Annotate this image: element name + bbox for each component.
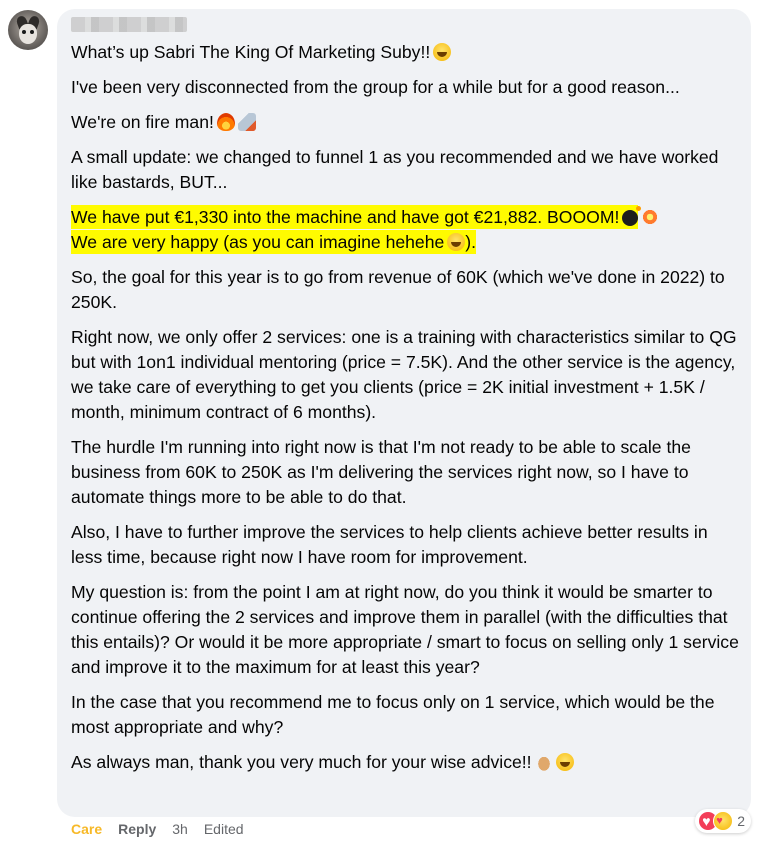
avatar-dog-face-icon (19, 24, 37, 44)
reply-button[interactable]: Reply (118, 821, 156, 837)
reactions-summary[interactable]: 2 (695, 809, 751, 833)
paragraph-text: We have put €1,330 into the machine and … (71, 207, 620, 227)
fire-emoji-icon (216, 113, 235, 131)
comment-actions: Care Reply 3h Edited (71, 821, 260, 837)
comment-paragraph: We're on fire man! (71, 110, 743, 135)
care-reaction-button[interactable]: Care (71, 821, 102, 837)
highlight: We have put €1,330 into the machine and … (71, 205, 642, 229)
paragraph-text: As always man, thank you very much for y… (71, 752, 532, 772)
comment-paragraph: The hurdle I'm running into right now is… (71, 437, 696, 507)
reaction-count: 2 (737, 813, 745, 829)
grin-emoji-icon (555, 753, 574, 771)
comment-paragraph: As always man, thank you very much for y… (71, 750, 743, 775)
comment-paragraph: I've been very disconnected from the gro… (71, 77, 680, 97)
paragraph-text: We are very happy (as you can imagine he… (71, 232, 445, 252)
avatar[interactable] (8, 10, 48, 50)
paragraph-text: What’s up Sabri The King Of Marketing Su… (71, 42, 431, 62)
timestamp-link[interactable]: 3h (172, 821, 188, 837)
comment-body: What’s up Sabri The King Of Marketing Su… (71, 40, 743, 785)
grin-emoji-icon (433, 43, 452, 61)
comment-paragraph: In the case that you recommend me to foc… (71, 692, 720, 737)
author-name-redacted[interactable] (71, 17, 187, 32)
collision-emoji-icon (641, 208, 660, 226)
smile-emoji-icon (447, 233, 466, 251)
highlighted-paragraph: We have put €1,330 into the machine and … (71, 205, 743, 255)
highlight: We are very happy (as you can imagine he… (71, 230, 477, 254)
comment-bubble: What’s up Sabri The King Of Marketing Su… (57, 9, 751, 817)
avatar-eye-icon (22, 30, 26, 34)
paragraph-text: ). (465, 232, 477, 252)
paragraph-text: We're on fire man! (71, 112, 214, 132)
comment-paragraph: Also, I have to further improve the serv… (71, 522, 713, 567)
bomb-emoji-icon (622, 206, 642, 226)
comment-paragraph: So, the goal for this year is to go from… (71, 267, 730, 312)
edited-label: Edited (203, 821, 244, 837)
pray-emoji-icon (534, 753, 553, 771)
comment-paragraph: My question is: from the point I am at r… (71, 582, 744, 677)
comment-paragraph: Right now, we only offer 2 services: one… (71, 327, 742, 422)
avatar-eye-icon (30, 30, 34, 34)
rocket-emoji-icon (237, 113, 256, 131)
comment-paragraph: A small update: we changed to funnel 1 a… (71, 147, 724, 192)
comment-paragraph: What’s up Sabri The King Of Marketing Su… (71, 40, 743, 65)
care-icon (713, 811, 734, 831)
